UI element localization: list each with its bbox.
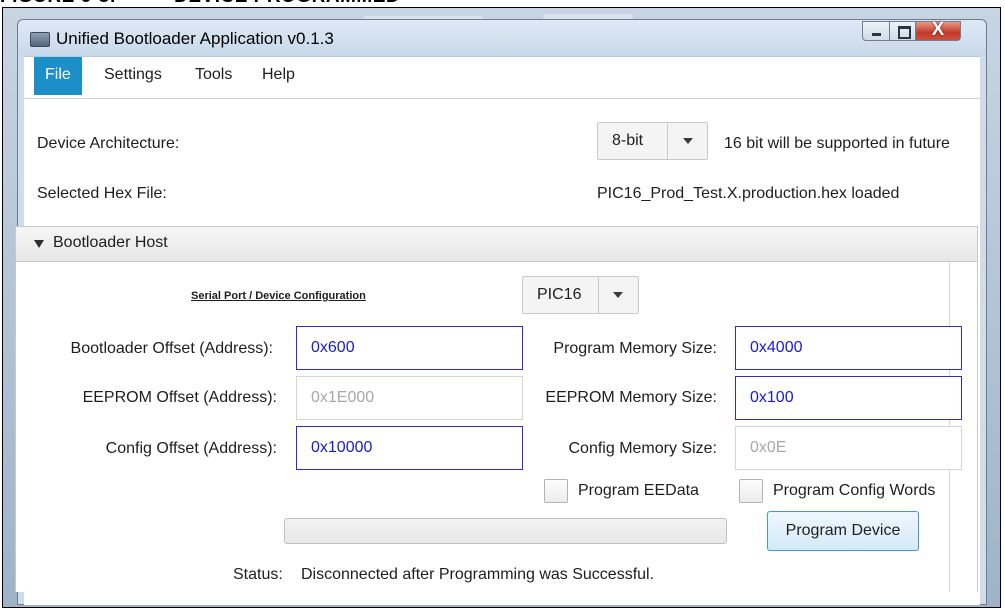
config-memory-size-label: Config Memory Size: (568, 440, 718, 457)
program-memory-size-label: Program Memory Size: (553, 340, 717, 357)
menu-file[interactable]: File (34, 57, 82, 95)
eeprom-memory-size-input[interactable] (735, 376, 962, 420)
minimize-icon (872, 33, 881, 36)
program-config-words-label: Program Config Words (773, 482, 936, 499)
app-icon (30, 32, 50, 47)
serial-port-config-link[interactable]: Serial Port / Device Configuration (191, 290, 366, 302)
hex-status-text: PIC16_Prod_Test.X.production.hex loaded (597, 185, 900, 202)
triangle-down-icon (34, 240, 44, 248)
program-eedata-label: Program EEData (578, 482, 699, 499)
architecture-select[interactable]: 8-bit (597, 122, 708, 160)
window-title: Unified Bootloader Application v0.1.3 (56, 29, 334, 48)
close-button[interactable]: X (915, 19, 961, 41)
minimize-button[interactable] (862, 21, 890, 41)
programming-progress-bar (284, 518, 727, 544)
chevron-down-icon (683, 138, 693, 144)
eeprom-offset-label: EEPROM Offset (Address): (82, 389, 277, 406)
config-memory-size-input (735, 426, 962, 470)
bootloader-host-pane-header[interactable]: Bootloader Host (15, 226, 978, 262)
combo-divider (598, 277, 599, 313)
device-family-select[interactable]: PIC16 (522, 276, 639, 314)
pane-title: Bootloader Host (53, 234, 168, 251)
menu-bar: File Settings Tools Help (24, 57, 980, 97)
eeprom-memory-size-label: EEPROM Memory Size: (545, 389, 717, 406)
menu-tools[interactable]: Tools (184, 57, 243, 95)
status-label: Status: (233, 566, 283, 583)
title-bar[interactable]: Unified Bootloader Application v0.1.3 X (18, 19, 986, 56)
device-family-value: PIC16 (537, 286, 582, 303)
program-memory-size-input[interactable] (735, 326, 962, 370)
bootloader-offset-input[interactable] (296, 326, 523, 370)
program-device-button[interactable]: Program Device (767, 511, 919, 551)
program-config-words-checkbox[interactable] (739, 479, 763, 503)
menu-divider (24, 98, 980, 99)
program-eedata-checkbox[interactable] (544, 479, 568, 503)
combo-divider (667, 123, 668, 159)
architecture-note: 16 bit will be supported in future (724, 135, 950, 152)
bootloader-offset-label: Bootloader Offset (Address): (70, 340, 273, 357)
menu-settings[interactable]: Settings (93, 57, 173, 95)
device-architecture-label: Device Architecture: (37, 135, 180, 152)
config-offset-label: Config Offset (Address): (105, 440, 277, 457)
chevron-down-icon (613, 292, 623, 298)
maximize-button[interactable] (889, 21, 916, 41)
status-text: Disconnected after Programming was Succe… (301, 566, 655, 583)
close-icon: X (931, 19, 945, 40)
menu-help[interactable]: Help (251, 57, 306, 95)
selected-hex-label: Selected Hex File: (37, 185, 167, 202)
config-offset-input[interactable] (296, 426, 523, 470)
eeprom-offset-input (296, 376, 523, 420)
architecture-value: 8-bit (612, 132, 644, 149)
maximize-icon (898, 26, 911, 39)
